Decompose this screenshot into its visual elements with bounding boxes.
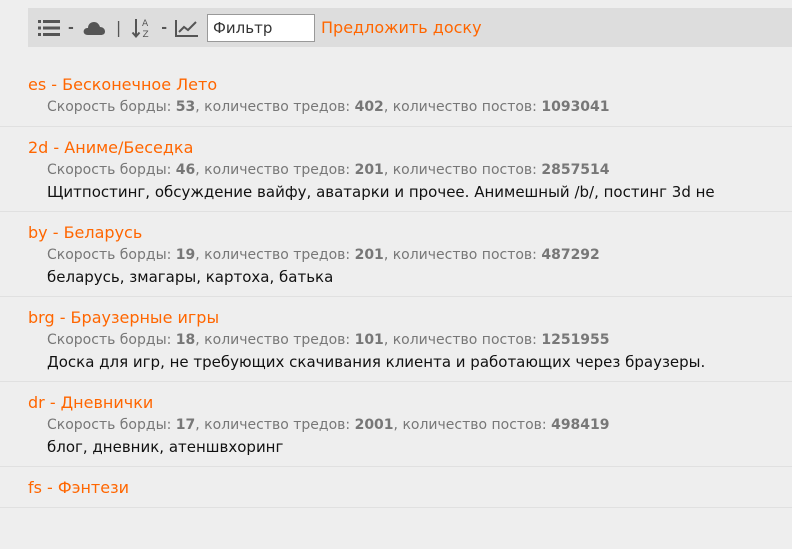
board-posts: 1093041: [541, 99, 610, 115]
svg-text:A: A: [142, 19, 149, 29]
toolbar-separator: -: [161, 19, 168, 36]
board-item: by - Беларусь Скорость борды: 19, количе…: [0, 212, 792, 297]
board-title-link[interactable]: dr - Дневнички: [28, 392, 792, 414]
cloud-icon[interactable]: [82, 20, 106, 36]
board-threads: 201: [354, 247, 384, 263]
board-title-link[interactable]: 2d - Аниме/Беседка: [28, 137, 792, 159]
toolbar: - | A Z - Предложить доску: [28, 8, 792, 47]
board-speed: 18: [175, 332, 196, 348]
board-posts: 2857514: [541, 162, 610, 178]
board-item: brg - Браузерные игры Скорость борды: 18…: [0, 297, 792, 382]
board-speed: 46: [175, 162, 196, 178]
board-speed: 17: [175, 417, 196, 433]
board-stats: Скорость борды: 18, количество тредов: 1…: [47, 332, 610, 348]
board-description: блог, дневник, атеншвхоринг: [47, 438, 284, 456]
svg-text:Z: Z: [143, 30, 149, 39]
board-threads: 2001: [354, 417, 394, 433]
board-title-link[interactable]: by - Беларусь: [28, 222, 792, 244]
board-stats: Скорость борды: 53, количество тредов: 4…: [47, 99, 610, 115]
board-threads: 402: [354, 99, 384, 115]
filter-input[interactable]: [207, 13, 316, 42]
board-title-link[interactable]: brg - Браузерные игры: [28, 307, 792, 329]
board-speed: 53: [175, 99, 196, 115]
list-icon[interactable]: [38, 19, 60, 37]
board-speed: 19: [175, 247, 196, 263]
board-stats: Скорость борды: 19, количество тредов: 2…: [47, 247, 600, 263]
board-stats: Скорость борды: 17, количество тредов: 2…: [47, 417, 610, 433]
board-description: Щитпостинг, обсуждение вайфу, аватарки и…: [47, 183, 715, 201]
board-description: беларусь, змагары, картоха, батька: [47, 268, 334, 286]
toolbar-separator: |: [115, 18, 122, 37]
board-posts: 487292: [541, 247, 600, 263]
board-threads: 101: [354, 332, 384, 348]
board-title-link[interactable]: es - Бесконечное Лето: [28, 74, 792, 96]
board-title-link[interactable]: fs - Фэнтези: [28, 477, 792, 499]
board-item: 2d - Аниме/Беседка Скорость борды: 46, к…: [0, 127, 792, 212]
board-stats: Скорость борды: 46, количество тредов: 2…: [47, 162, 610, 178]
board-item: es - Бесконечное Лето Скорость борды: 53…: [0, 64, 792, 127]
toolbar-separator: -: [68, 19, 74, 36]
board-threads: 201: [354, 162, 384, 178]
board-description: Доска для игр, не требующих скачивания к…: [47, 353, 706, 371]
board-item: fs - Фэнтези: [0, 467, 792, 508]
board-list: es - Бесконечное Лето Скорость борды: 53…: [0, 64, 792, 508]
board-item: dr - Дневнички Скорость борды: 17, колич…: [0, 382, 792, 467]
line-chart-icon[interactable]: [175, 19, 199, 37]
board-posts: 498419: [551, 417, 610, 433]
suggest-board-link[interactable]: Предложить доску: [321, 18, 482, 37]
sort-az-icon[interactable]: A Z: [131, 17, 153, 39]
board-posts: 1251955: [541, 332, 610, 348]
